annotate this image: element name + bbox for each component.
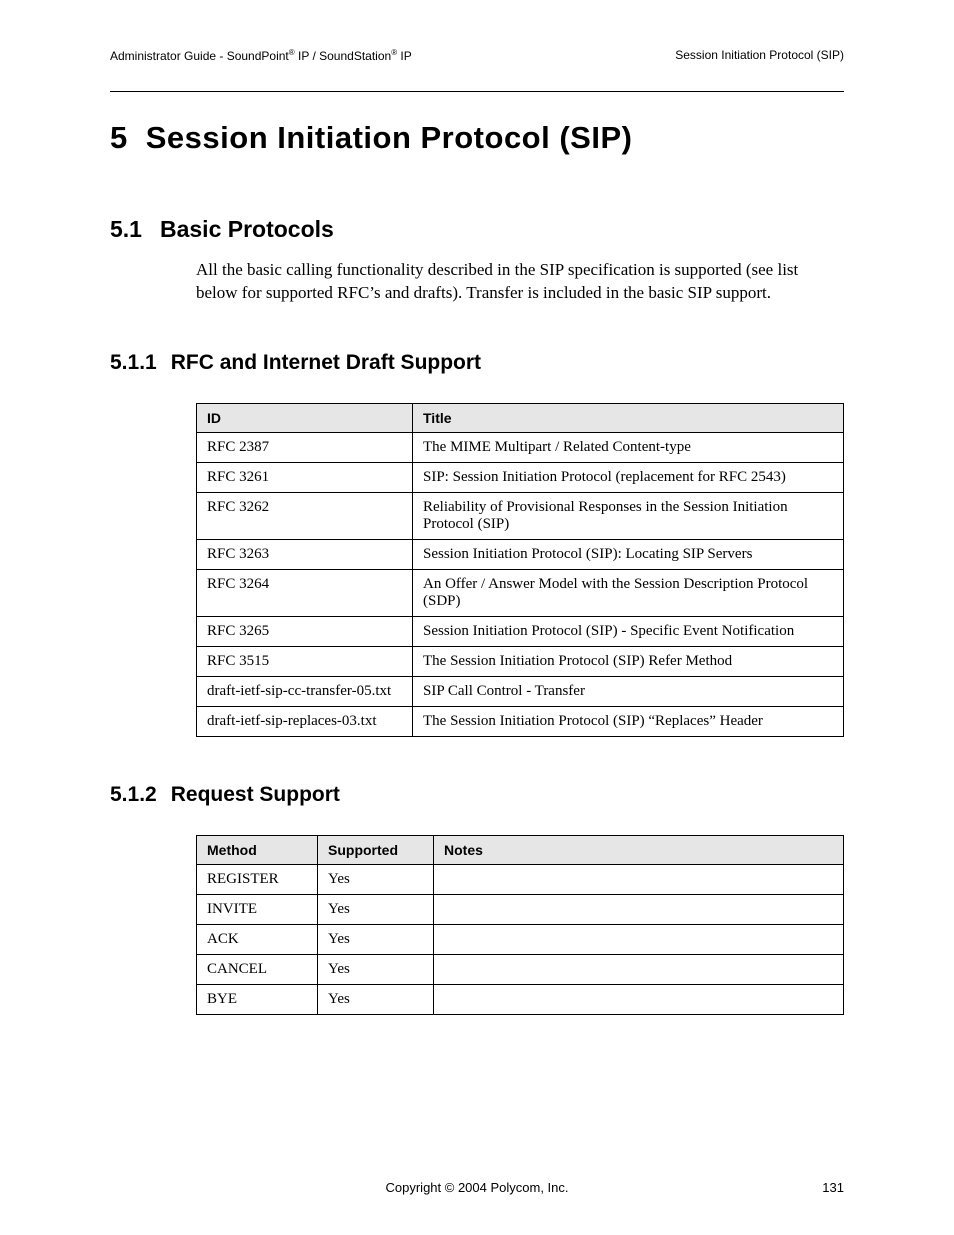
cell-notes [434, 984, 844, 1014]
col-header-title: Title [413, 403, 844, 432]
chapter-heading: 5 Session Initiation Protocol (SIP) [110, 120, 844, 156]
subsection-heading: 5.1.2 Request Support [110, 783, 844, 807]
table-row: BYEYes [197, 984, 844, 1014]
cell-title: Reliability of Provisional Responses in … [413, 492, 844, 539]
cell-method: ACK [197, 924, 318, 954]
cell-supported: Yes [318, 924, 434, 954]
cell-notes [434, 894, 844, 924]
cell-id: RFC 3264 [197, 569, 413, 616]
cell-id: RFC 2387 [197, 432, 413, 462]
rfc-table: ID Title RFC 2387The MIME Multipart / Re… [196, 403, 844, 737]
table-row: RFC 3515The Session Initiation Protocol … [197, 646, 844, 676]
subsection-number: 5.1.2 [110, 783, 157, 807]
cell-method: BYE [197, 984, 318, 1014]
header-rule [110, 91, 844, 92]
table-header-row: Method Supported Notes [197, 835, 844, 864]
cell-title: Session Initiation Protocol (SIP) - Spec… [413, 616, 844, 646]
cell-title: SIP: Session Initiation Protocol (replac… [413, 462, 844, 492]
copyright: Copyright © 2004 Polycom, Inc. [386, 1180, 569, 1195]
subsection-number: 5.1.1 [110, 351, 157, 375]
table-row: RFC 3263Session Initiation Protocol (SIP… [197, 539, 844, 569]
cell-id: RFC 3262 [197, 492, 413, 539]
cell-title: The Session Initiation Protocol (SIP) “R… [413, 706, 844, 736]
table-row: RFC 3265Session Initiation Protocol (SIP… [197, 616, 844, 646]
request-table-container: Method Supported Notes REGISTERYes INVIT… [196, 835, 844, 1015]
col-header-notes: Notes [434, 835, 844, 864]
footer: Copyright © 2004 Polycom, Inc. 131 [110, 1180, 844, 1195]
table-row: RFC 3262Reliability of Provisional Respo… [197, 492, 844, 539]
cell-id: RFC 3515 [197, 646, 413, 676]
table-row: RFC 3264An Offer / Answer Model with the… [197, 569, 844, 616]
cell-supported: Yes [318, 864, 434, 894]
table-row: draft-ietf-sip-cc-transfer-05.txtSIP Cal… [197, 676, 844, 706]
cell-id: draft-ietf-sip-cc-transfer-05.txt [197, 676, 413, 706]
cell-method: CANCEL [197, 954, 318, 984]
header-left: Administrator Guide - SoundPoint® IP / S… [110, 48, 412, 63]
table-row: RFC 3261SIP: Session Initiation Protocol… [197, 462, 844, 492]
table-row: RFC 2387The MIME Multipart / Related Con… [197, 432, 844, 462]
section-number: 5.1 [110, 216, 142, 243]
subsection-title: RFC and Internet Draft Support [171, 351, 481, 375]
cell-id: draft-ietf-sip-replaces-03.txt [197, 706, 413, 736]
col-header-supported: Supported [318, 835, 434, 864]
table-row: REGISTERYes [197, 864, 844, 894]
cell-id: RFC 3263 [197, 539, 413, 569]
section-body: All the basic calling functionality desc… [196, 259, 844, 305]
chapter-number: 5 [110, 120, 128, 156]
col-header-method: Method [197, 835, 318, 864]
cell-title: The MIME Multipart / Related Content-typ… [413, 432, 844, 462]
cell-title: Session Initiation Protocol (SIP): Locat… [413, 539, 844, 569]
cell-notes [434, 954, 844, 984]
section-heading: 5.1 Basic Protocols [110, 216, 844, 243]
table-row: ACKYes [197, 924, 844, 954]
page: Administrator Guide - SoundPoint® IP / S… [0, 0, 954, 1235]
running-header: Administrator Guide - SoundPoint® IP / S… [110, 48, 844, 63]
cell-title: An Offer / Answer Model with the Session… [413, 569, 844, 616]
cell-notes [434, 924, 844, 954]
rfc-table-container: ID Title RFC 2387The MIME Multipart / Re… [196, 403, 844, 737]
cell-supported: Yes [318, 894, 434, 924]
header-right: Session Initiation Protocol (SIP) [675, 48, 844, 63]
cell-title: The Session Initiation Protocol (SIP) Re… [413, 646, 844, 676]
cell-title: SIP Call Control - Transfer [413, 676, 844, 706]
table-row: CANCELYes [197, 954, 844, 984]
chapter-title: Session Initiation Protocol (SIP) [146, 120, 633, 156]
table-row: INVITEYes [197, 894, 844, 924]
page-number: 131 [822, 1180, 844, 1195]
section-title: Basic Protocols [160, 216, 334, 243]
table-header-row: ID Title [197, 403, 844, 432]
subsection-title: Request Support [171, 783, 340, 807]
paragraph: All the basic calling functionality desc… [196, 259, 844, 305]
cell-id: RFC 3261 [197, 462, 413, 492]
cell-supported: Yes [318, 954, 434, 984]
cell-notes [434, 864, 844, 894]
cell-id: RFC 3265 [197, 616, 413, 646]
cell-method: REGISTER [197, 864, 318, 894]
request-table: Method Supported Notes REGISTERYes INVIT… [196, 835, 844, 1015]
table-row: draft-ietf-sip-replaces-03.txtThe Sessio… [197, 706, 844, 736]
cell-method: INVITE [197, 894, 318, 924]
subsection-heading: 5.1.1 RFC and Internet Draft Support [110, 351, 844, 375]
cell-supported: Yes [318, 984, 434, 1014]
col-header-id: ID [197, 403, 413, 432]
